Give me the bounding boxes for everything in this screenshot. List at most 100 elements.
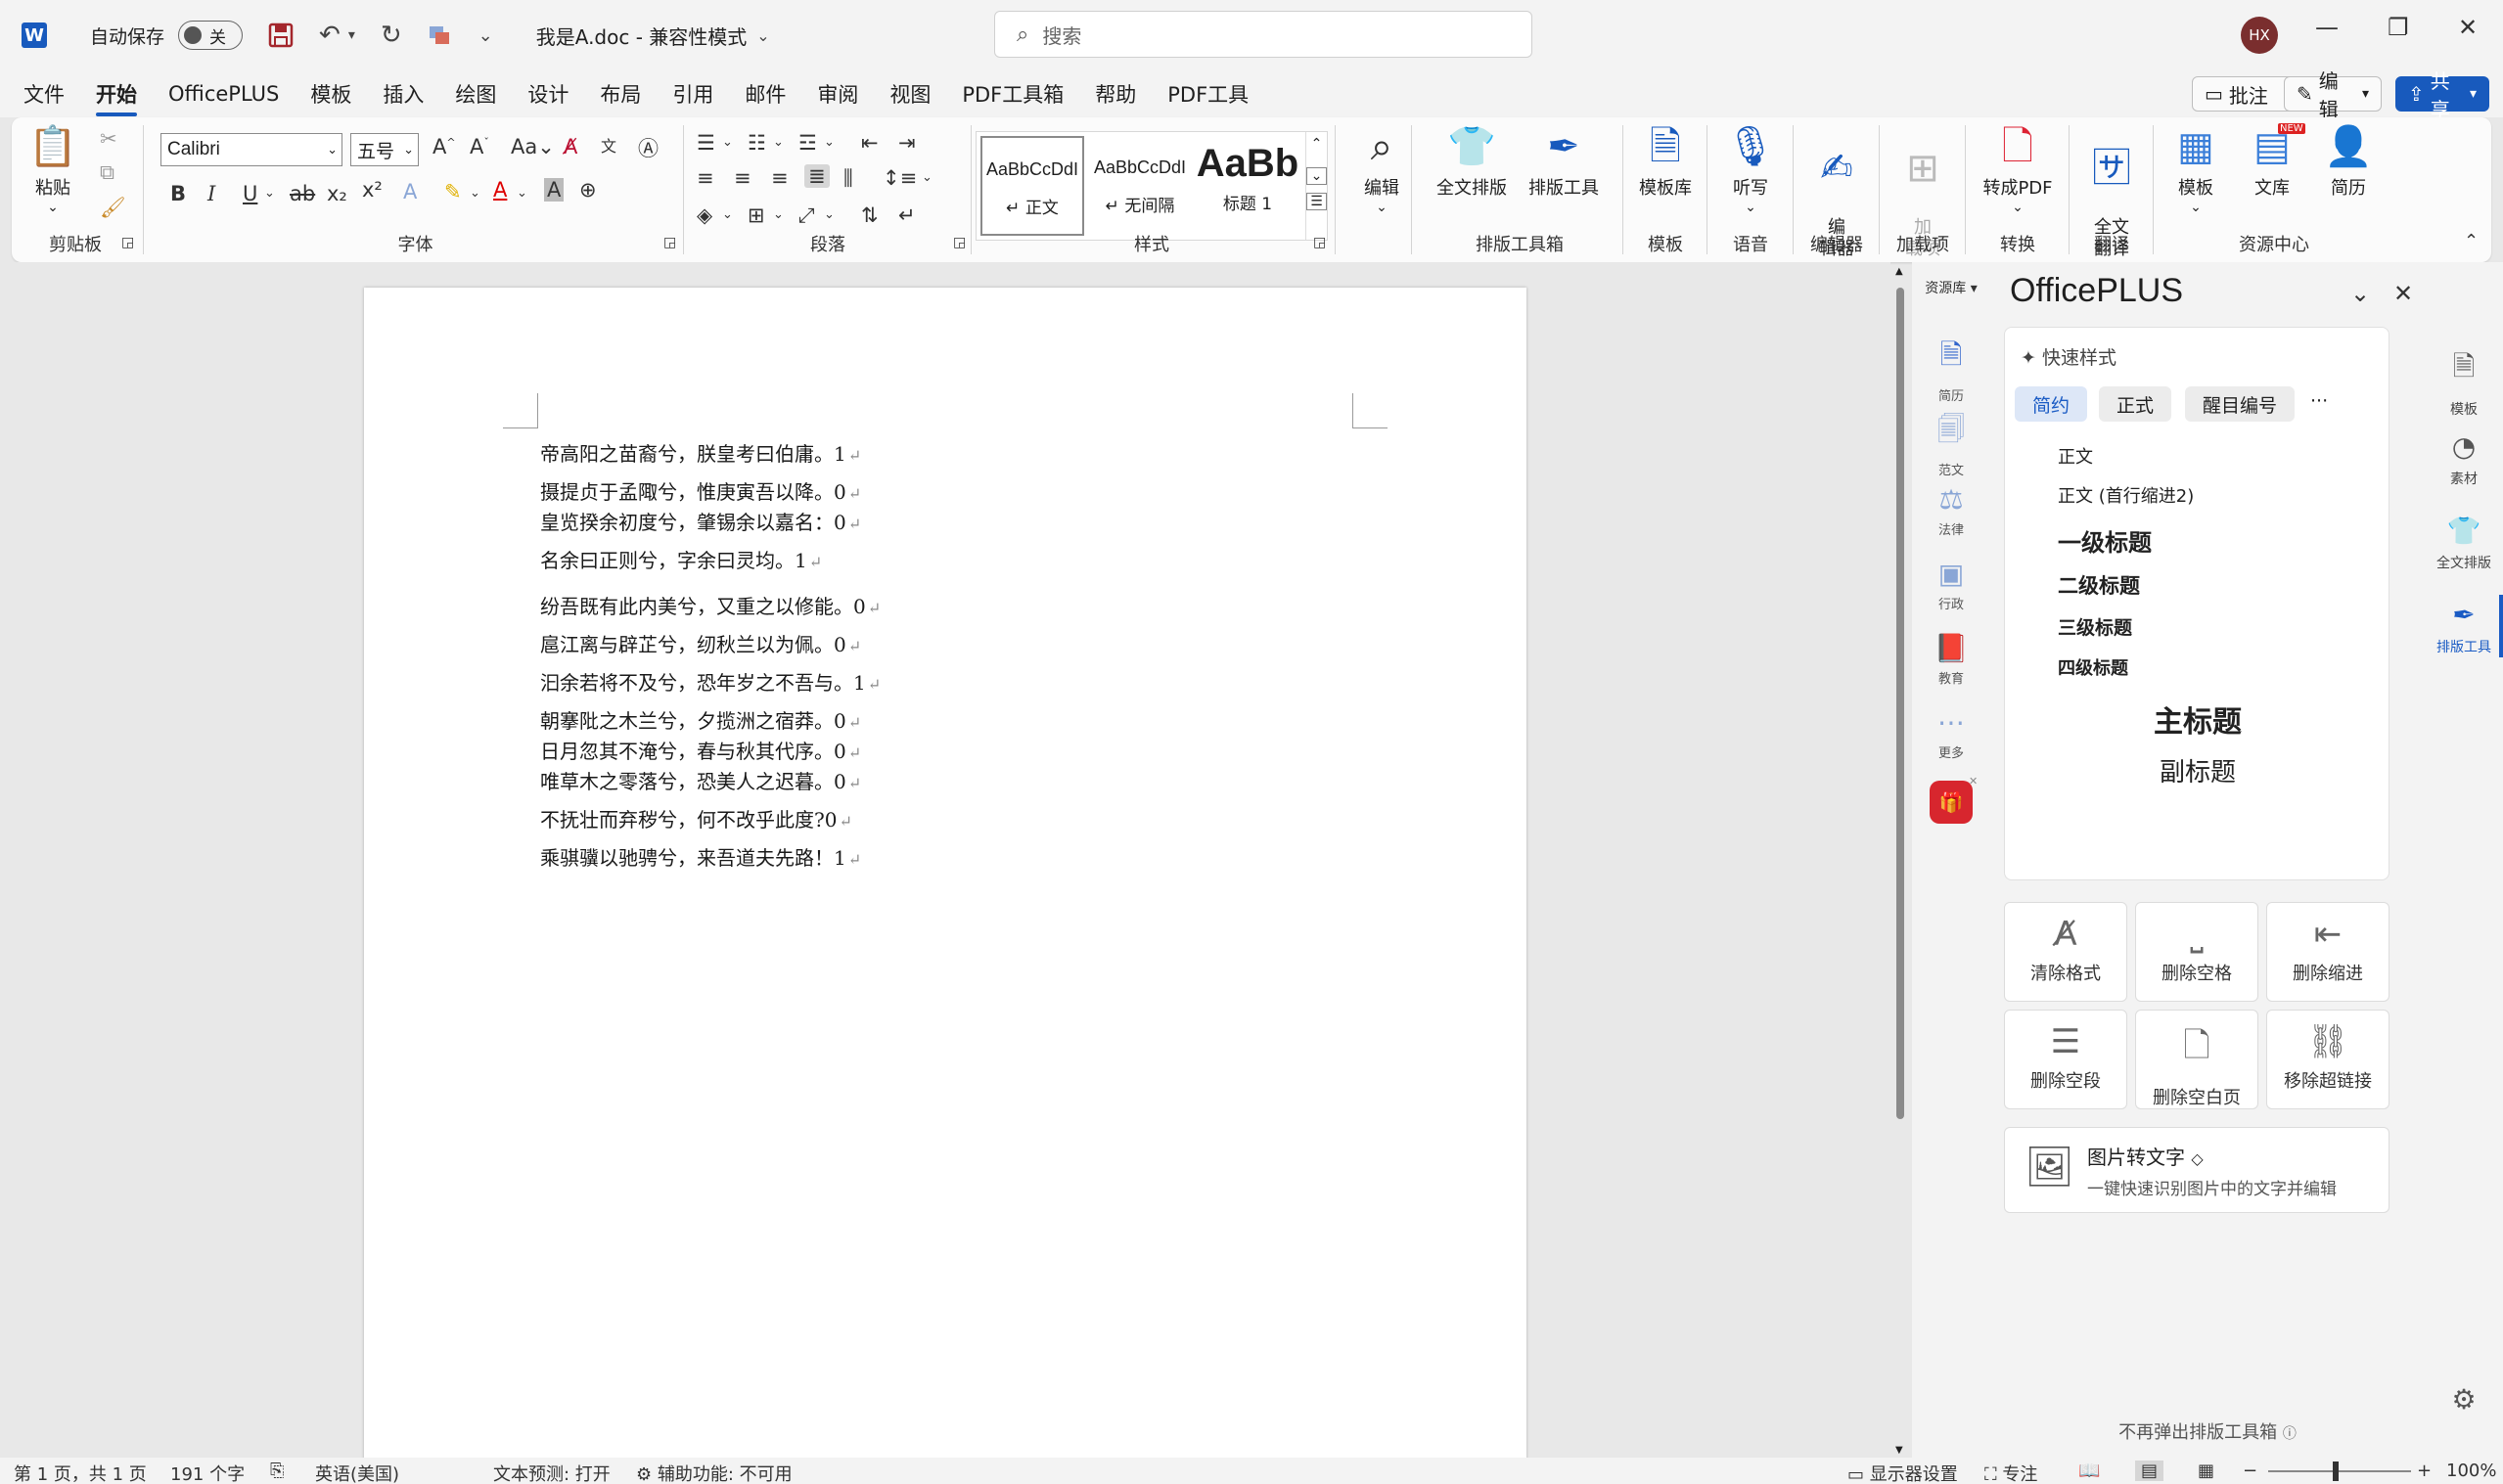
doc-line[interactable]: 朝搴阰之木兰兮，夕揽洲之宿莽。0 ↵: [540, 705, 861, 734]
image-to-text-card[interactable]: 🖼 图片转文字 ◇ 一键快速识别图片中的文字并编辑: [2004, 1127, 2389, 1213]
doc-line[interactable]: 汩余若将不及兮，恐年岁之不吾与。1 ↵: [540, 667, 881, 696]
character-border-icon[interactable]: Ⓐ: [638, 133, 659, 162]
doc-line[interactable]: 名余曰正则兮，字余曰灵均。1 ↵: [540, 545, 822, 573]
chevron-down-icon[interactable]: ⌄: [517, 186, 527, 201]
quick-style-subtitle[interactable]: 副标题: [2005, 752, 2390, 788]
avatar[interactable]: HX: [2241, 17, 2278, 54]
web-layout-icon[interactable]: ▦: [2198, 1461, 2214, 1481]
doc-line[interactable]: 帝高阳之苗裔兮，朕皇考曰伯庸。1 ↵: [540, 438, 861, 467]
bullets-icon[interactable]: ☰: [697, 131, 715, 155]
dont-show-again-link[interactable]: 不再弹出排版工具箱 ⓘ: [1990, 1418, 2425, 1444]
undo-dropdown-icon[interactable]: ▾: [348, 27, 355, 43]
rail-item-admin[interactable]: ▣ 行政: [1912, 558, 1990, 612]
rail-item-law[interactable]: ⚖ 法律: [1912, 483, 1990, 538]
tab-mailings[interactable]: 邮件: [745, 73, 786, 114]
shrink-font-icon[interactable]: Aˇ: [470, 135, 489, 158]
pane-options-icon[interactable]: ⌄: [2350, 280, 2370, 307]
rail-item-education[interactable]: 📕 教育: [1912, 632, 1990, 687]
tab-insert[interactable]: 插入: [383, 73, 424, 114]
tab-home[interactable]: 开始: [96, 73, 137, 116]
chevron-down-icon[interactable]: ⌄: [722, 135, 733, 150]
title-dropdown-icon[interactable]: ⌄: [756, 26, 769, 45]
save-icon[interactable]: [268, 22, 294, 48]
promo-gift-icon[interactable]: 🎁: [1930, 781, 1973, 824]
text-effects-icon[interactable]: A: [403, 180, 417, 203]
dialog-launcher-icon[interactable]: ◲: [1313, 235, 1326, 250]
document-page[interactable]: 帝高阳之苗裔兮，朕皇考曰伯庸。1 ↵ 摄提贞于孟陬兮，惟庚寅吾以降。0 ↵ 皇览揆余…: [364, 288, 1526, 1481]
enclose-characters-icon[interactable]: ⊕: [579, 178, 597, 202]
phonetic-guide-icon[interactable]: 文: [601, 133, 616, 157]
rrail-item-templates[interactable]: 🗎 模板: [2425, 346, 2503, 419]
paste-button[interactable]: 📋 粘贴 ⌄: [25, 123, 80, 215]
share-button[interactable]: ⇪ 共享 ▾: [2395, 69, 2489, 121]
multilevel-list-icon[interactable]: ☲: [798, 131, 817, 155]
tab-template[interactable]: 模板: [310, 73, 351, 114]
search-box[interactable]: ⌕ 搜索: [994, 11, 1532, 58]
subscript-icon[interactable]: x₂: [327, 182, 347, 205]
rrail-item-materials[interactable]: ◔ 素材: [2425, 430, 2503, 488]
show-marks-icon[interactable]: ↵: [898, 203, 916, 227]
rrail-item-full-layout[interactable]: 👕 全文排版: [2425, 515, 2503, 572]
tab-references[interactable]: 引用: [672, 73, 713, 114]
tab-pdf-toolbox[interactable]: PDF工具箱: [962, 73, 1064, 114]
tab-review[interactable]: 审阅: [817, 73, 858, 114]
print-layout-icon[interactable]: ▤: [2135, 1461, 2164, 1481]
cut-icon[interactable]: ✂: [100, 127, 117, 151]
chip-numbered[interactable]: 醒目编号: [2185, 386, 2296, 422]
resource-library-dropdown[interactable]: 资源库 ▾: [1912, 278, 1990, 297]
zoom-out-icon[interactable]: −: [2243, 1461, 2257, 1481]
quick-access-icon[interactable]: [428, 22, 453, 48]
chevron-down-icon[interactable]: ⌄: [470, 186, 480, 201]
highlight-icon[interactable]: ✎: [444, 180, 462, 203]
scroll-down-icon[interactable]: ▼: [1895, 1445, 1903, 1456]
zoom-level[interactable]: 100%: [2446, 1461, 2496, 1481]
rail-item-sample[interactable]: 🗐 范文: [1912, 409, 1990, 478]
chevron-down-icon[interactable]: ⌄: [824, 207, 835, 222]
delete-empty-paragraphs-button[interactable]: ☰ 删除空段: [2004, 1010, 2127, 1109]
to-pdf-button[interactable]: 🗋 转成PDF ⌄: [1969, 123, 2067, 215]
dialog-launcher-icon[interactable]: ◲: [953, 235, 966, 250]
doc-line[interactable]: 摄提贞于孟陬兮，惟庚寅吾以降。0 ↵: [540, 476, 861, 505]
clear-format-button[interactable]: A̸ 清除格式: [2004, 902, 2127, 1002]
doc-line[interactable]: 唯草木之零落兮，恐美人之迟暮。0 ↵: [540, 766, 861, 794]
proofing-icon[interactable]: ⎘: [270, 1461, 284, 1481]
tab-officeplus[interactable]: OfficePLUS: [168, 76, 279, 112]
quick-style-h2[interactable]: 二级标题: [2058, 570, 2140, 600]
status-predict[interactable]: 文本预测: 打开: [493, 1461, 611, 1484]
chip-more[interactable]: ···: [2310, 390, 2328, 412]
font-color-icon[interactable]: A: [493, 178, 507, 202]
resume-button[interactable]: 👤 简历: [2311, 123, 2386, 200]
customize-qat-icon[interactable]: ⌄: [478, 25, 493, 46]
justify-icon[interactable]: ≣: [804, 164, 830, 188]
decrease-indent-icon[interactable]: ⇤: [861, 131, 879, 155]
tab-pdf-tools[interactable]: PDF工具: [1167, 73, 1249, 114]
chevron-down-icon[interactable]: ⌄: [264, 186, 275, 201]
chip-simple[interactable]: 简约: [2015, 386, 2088, 422]
change-case-icon[interactable]: Aa⌄: [511, 135, 555, 158]
rail-item-more[interactable]: ⋯ 更多: [1912, 706, 1990, 761]
undo-icon[interactable]: ↶: [319, 21, 341, 50]
superscript-icon[interactable]: x²: [362, 178, 383, 202]
format-painter-icon[interactable]: 🖌: [100, 196, 126, 220]
status-page[interactable]: 第 1 页，共 1 页: [14, 1461, 147, 1484]
read-mode-icon[interactable]: 📖: [2078, 1461, 2100, 1481]
layout-tool-button[interactable]: ✒ 排版工具: [1515, 123, 1613, 200]
pane-close-icon[interactable]: ✕: [2393, 280, 2413, 307]
full-layout-button[interactable]: 👕 全文排版: [1423, 123, 1521, 200]
rail-item-resume[interactable]: 🗎 简历: [1912, 335, 1990, 404]
library-button[interactable]: ▤ 文库 NEW: [2235, 123, 2309, 200]
sort-icon[interactable]: ⇅: [861, 203, 879, 227]
promo-close-icon[interactable]: ✕: [1969, 775, 1978, 787]
quick-style-h3[interactable]: 三级标题: [2058, 613, 2132, 640]
scroll-thumb[interactable]: [1896, 288, 1904, 1119]
autosave-toggle[interactable]: 关: [178, 21, 244, 50]
quick-style-h1[interactable]: 一级标题: [2058, 523, 2152, 558]
dictate-button[interactable]: 🎙 听写 ⌄: [1710, 123, 1791, 215]
chip-formal[interactable]: 正式: [2099, 386, 2172, 422]
status-language[interactable]: 英语(美国): [315, 1461, 399, 1484]
increase-indent-icon[interactable]: ⇥: [898, 131, 916, 155]
character-shading-icon[interactable]: A: [544, 178, 565, 202]
font-size-select[interactable]: 五号 ⌄: [350, 133, 419, 166]
quick-style-normal[interactable]: 正文: [2058, 443, 2093, 469]
chevron-down-icon[interactable]: ⌄: [922, 170, 933, 185]
